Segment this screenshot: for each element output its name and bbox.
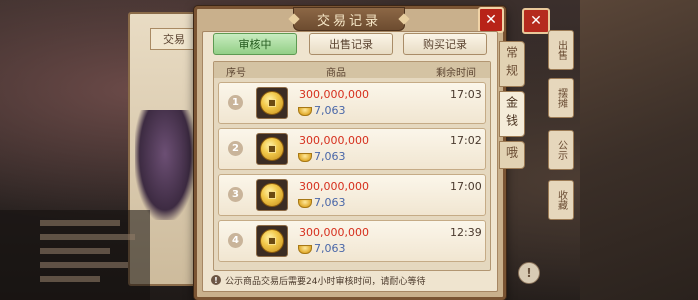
item-price: 7,063 (314, 242, 346, 255)
item-amount: 300,000,000 (299, 226, 369, 239)
item-price: 7,063 (314, 104, 346, 117)
remaining-time: 12:39 (450, 226, 482, 239)
record-row[interactable]: 1 300,000,000 7,063 17:03 (218, 82, 486, 124)
record-tabs: 审核中 出售记录 购买记录 (213, 33, 493, 55)
info-button[interactable]: ! (518, 262, 540, 284)
record-row[interactable]: 3 300,000,000 7,063 17:00 (218, 174, 486, 216)
background-close-button[interactable]: ✕ (522, 8, 550, 34)
background-side-tab[interactable]: 收藏 (548, 180, 574, 220)
gold-ingot-icon (298, 245, 312, 254)
tab-buy-records[interactable]: 购买记录 (403, 33, 487, 55)
info-icon: ! (211, 275, 221, 285)
chat-panel[interactable] (0, 210, 150, 300)
copper-coin-icon (260, 137, 284, 161)
tab-pending-review[interactable]: 审核中 (213, 33, 297, 55)
character-portrait (135, 110, 195, 220)
building-roof (580, 0, 698, 300)
row-index: 4 (228, 233, 243, 248)
item-slot[interactable] (256, 133, 288, 165)
side-tab-other[interactable]: 哦 (499, 141, 525, 169)
record-row[interactable]: 2 300,000,000 7,063 17:02 (218, 128, 486, 170)
item-price: 7,063 (314, 150, 346, 163)
row-index: 3 (228, 187, 243, 202)
tab-sell-records[interactable]: 出售记录 (309, 33, 393, 55)
notice-text: 公示商品交易后需要24小时审核时间，请耐心等待 (225, 276, 426, 287)
gold-ingot-icon (298, 153, 312, 162)
chat-line (40, 276, 100, 282)
gold-ingot-icon (298, 107, 312, 116)
copper-coin-icon (260, 91, 284, 115)
background-side-tab[interactable]: 公示 (548, 130, 574, 170)
record-row[interactable]: 4 300,000,000 7,063 12:39 (218, 220, 486, 262)
gold-ingot-icon (298, 199, 312, 208)
item-slot[interactable] (256, 87, 288, 119)
side-tab-money[interactable]: 金钱 (499, 91, 525, 137)
trade-records-dialog: 交易记录 ✕ 审核中 出售记录 购买记录 常规 金钱 哦 序号 商品 剩余时间 … (194, 6, 525, 300)
chat-line (40, 248, 110, 254)
chat-line (40, 262, 128, 268)
chat-line (40, 220, 120, 226)
row-index: 2 (228, 141, 243, 156)
close-button[interactable]: ✕ (478, 7, 504, 33)
item-slot[interactable] (256, 179, 288, 211)
records-list[interactable]: 序号 商品 剩余时间 1 300,000,000 7,063 17:03 2 3… (213, 61, 491, 271)
background-side-tabs: 出售 摆摊 公示 收藏 (548, 30, 574, 240)
column-item: 商品 (326, 68, 346, 79)
item-amount: 300,000,000 (299, 88, 369, 101)
side-tab-regular[interactable]: 常规 (499, 41, 525, 87)
background-side-tab[interactable]: 摆摊 (548, 78, 574, 118)
remaining-time: 17:02 (450, 134, 482, 147)
item-amount: 300,000,000 (299, 180, 369, 193)
item-amount: 300,000,000 (299, 134, 369, 147)
copper-coin-icon (260, 229, 284, 253)
background-side-tab[interactable]: 出售 (548, 30, 574, 70)
item-slot[interactable] (256, 225, 288, 257)
item-price: 7,063 (314, 196, 346, 209)
remaining-time: 17:03 (450, 88, 482, 101)
title-ornament-icon (288, 13, 300, 25)
remaining-time: 17:00 (450, 180, 482, 193)
title-ornament-icon (398, 13, 410, 25)
list-header: 序号 商品 剩余时间 (214, 62, 490, 79)
chat-line (40, 234, 135, 240)
column-remaining-time: 剩余时间 (436, 68, 476, 79)
column-index: 序号 (226, 68, 246, 79)
row-index: 1 (228, 95, 243, 110)
dialog-title: 交易记录 (316, 13, 381, 29)
dialog-title-plate: 交易记录 (288, 7, 410, 31)
copper-coin-icon (260, 183, 284, 207)
review-notice: ! 公示商品交易后需要24小时审核时间，请耐心等待 (211, 272, 491, 288)
background-tab[interactable]: 交易 (150, 28, 198, 50)
